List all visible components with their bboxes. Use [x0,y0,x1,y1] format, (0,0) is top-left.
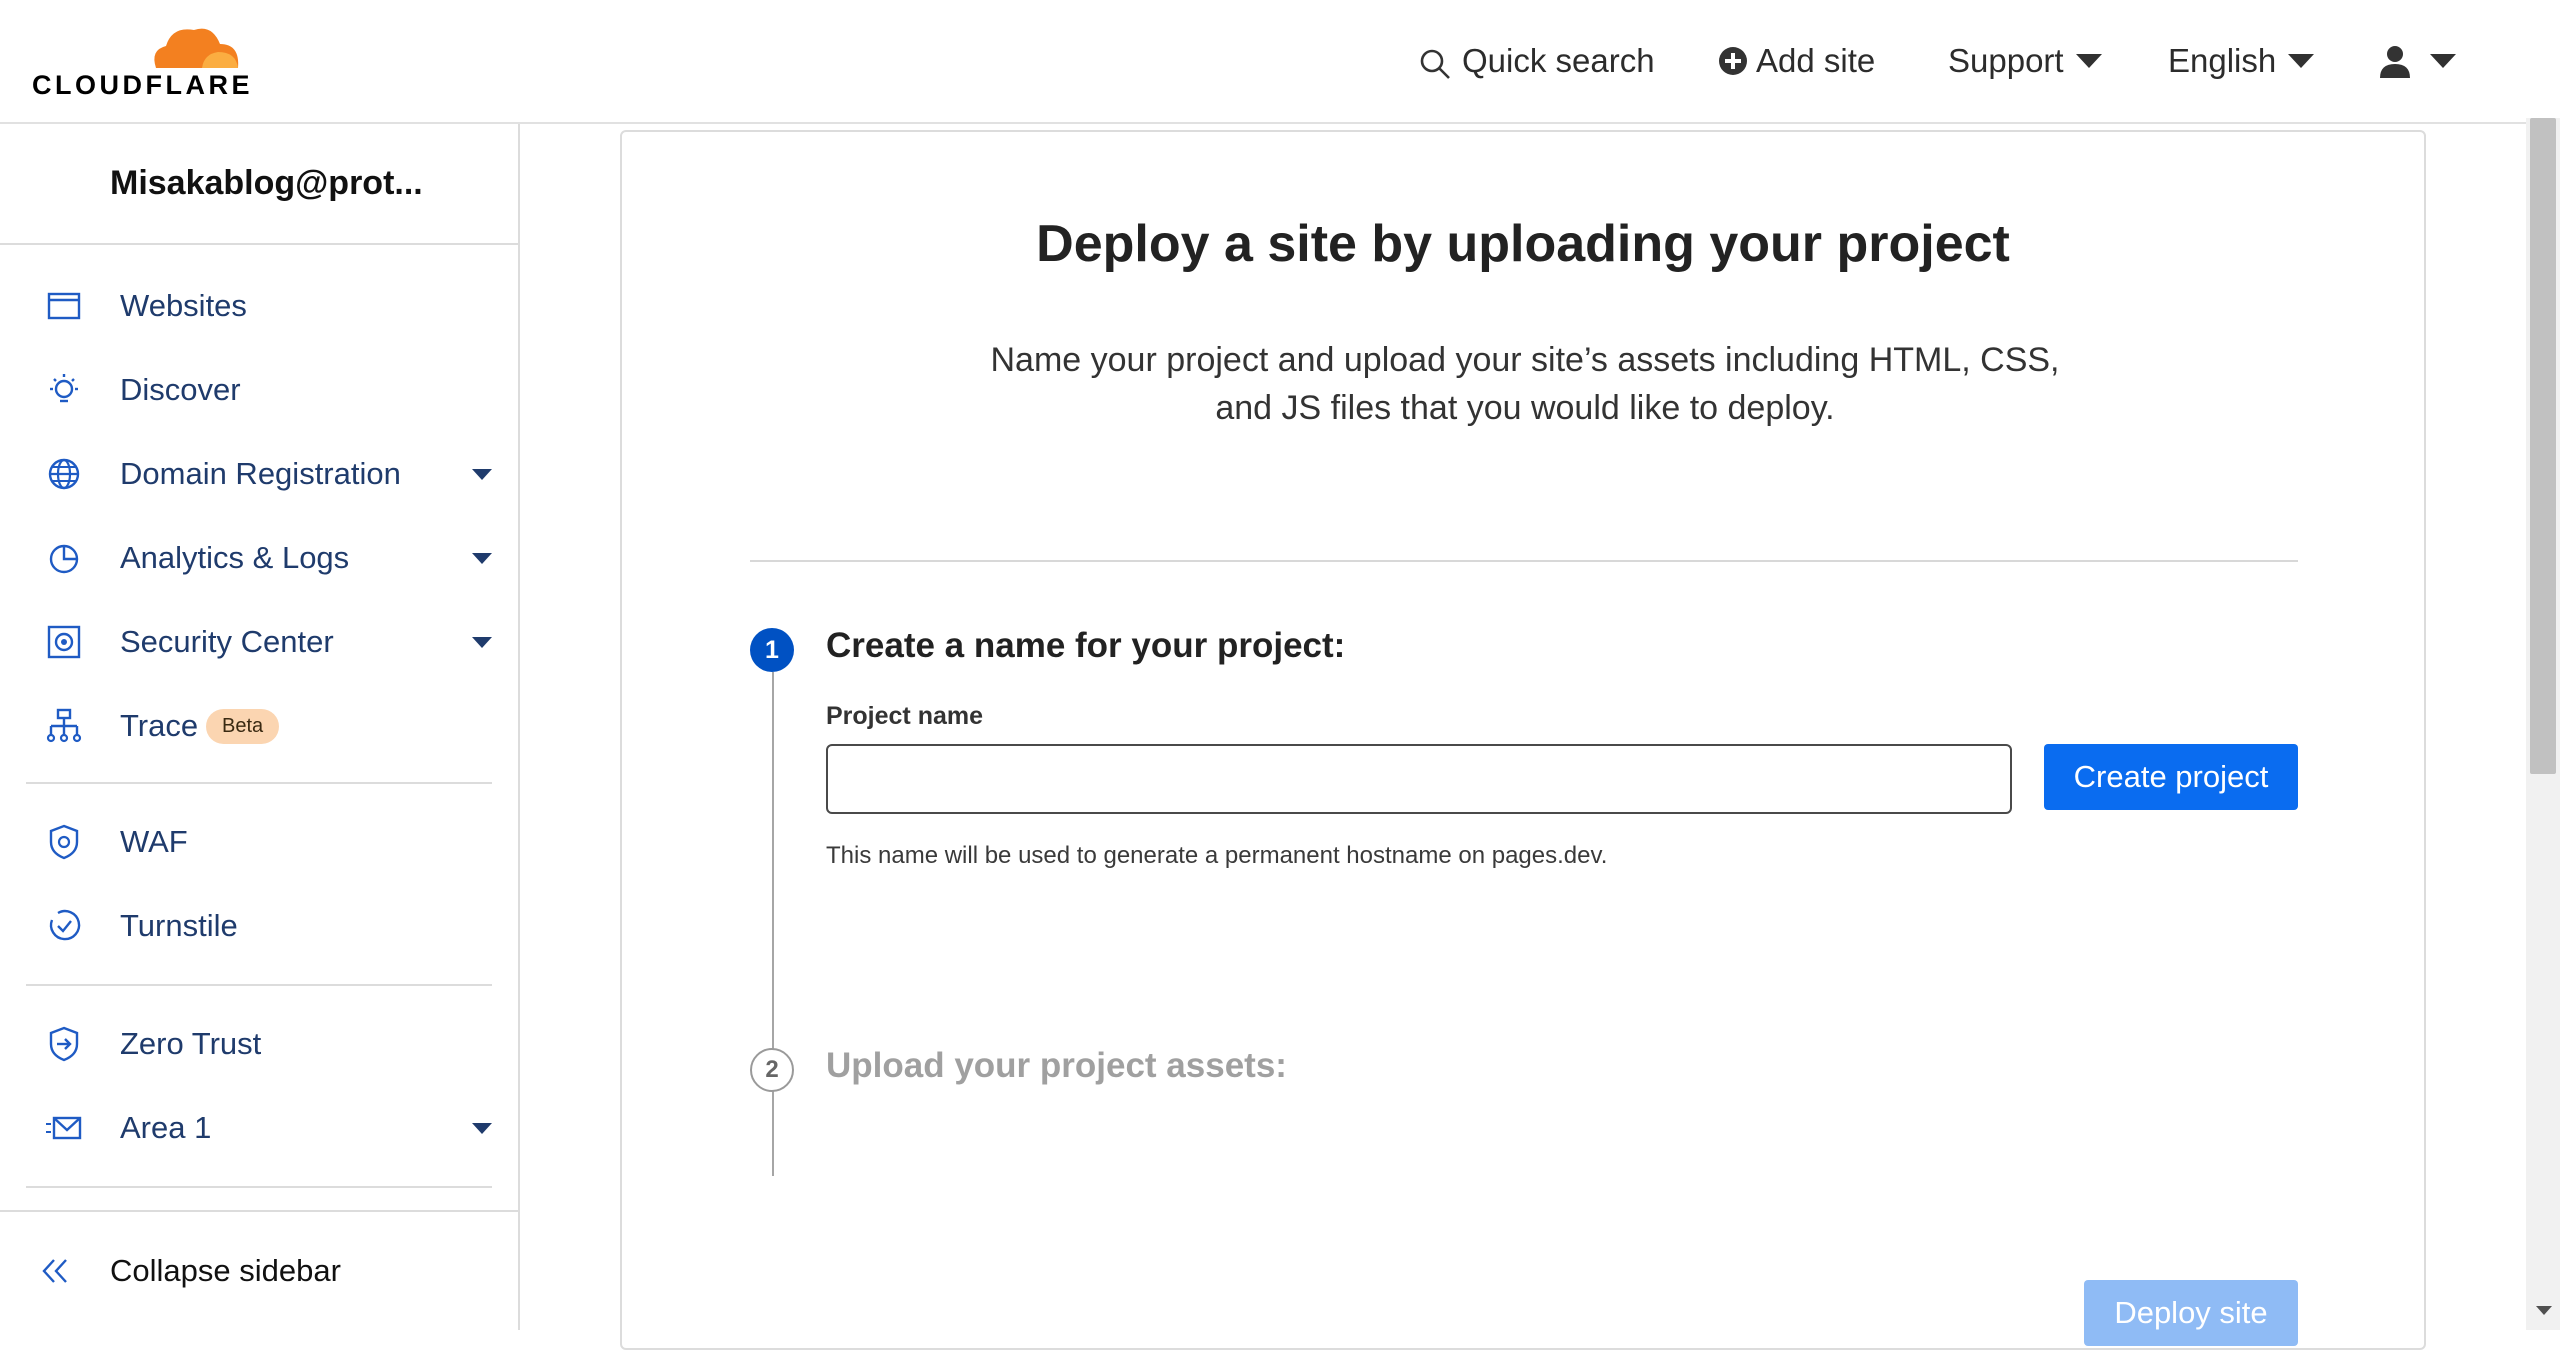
section-divider [750,560,2298,562]
sidebar-item-label: Trace [120,708,199,743]
sidebar-item-zero-trust[interactable]: Zero Trust [0,1014,518,1074]
sidebar-item-label: Zero Trust [120,1026,262,1061]
chevron-down-icon [2075,54,2102,68]
quick-search-label: Quick search [1462,42,1655,79]
language-dropdown[interactable]: English [2168,38,2315,84]
sidebar-item-discover[interactable]: Discover [0,360,518,420]
chevron-down-icon[interactable] [472,552,492,564]
beta-badge: Beta [206,708,280,744]
chevron-down-icon[interactable] [472,1122,492,1134]
zero-trust-icon [49,1026,79,1062]
user-menu[interactable] [2378,38,2456,84]
security-center-icon [47,625,81,659]
chevron-down-icon[interactable] [472,636,492,648]
cloud-logo-icon [154,28,239,68]
sidebar-item-label: Discover [120,372,241,407]
step-2-title: Upload your project assets: [826,1046,1287,1085]
sidebar-item-label: Turnstile [120,908,238,943]
sidebar-item-label: Websites [120,288,247,323]
project-name-label: Project name [826,702,984,730]
sidebar-item-label: Security Center [120,624,334,659]
sidebar-divider [26,782,492,784]
envelope-icon [46,1116,82,1140]
search-icon [1420,49,1450,79]
sidebar-item-websites[interactable]: Websites [0,276,518,336]
step-1-title: Create a name for your project: [826,626,1346,665]
chevron-down-icon [2430,54,2456,68]
quick-search-button[interactable]: Quick search [1418,38,1655,84]
account-name[interactable]: Misakablog@prot... [0,124,518,245]
create-project-button[interactable]: Create project [2044,744,2298,810]
step-1-indicator: 1 [750,628,794,672]
collapse-sidebar-button[interactable]: Collapse sidebar [0,1210,518,1330]
page-title: Deploy a site by uploading your project [1036,215,2010,273]
sidebar-item-analytics-logs[interactable]: Analytics & Logs [0,528,518,588]
sidebar-item-label: Area 1 [120,1110,212,1145]
sidebar: Misakablog@prot... Websites Discover Dom… [0,124,520,1330]
support-label: Support [1948,42,2064,79]
cloudflare-logo[interactable]: CLOUDFLARE [32,20,252,100]
sidebar-item-label: Analytics & Logs [120,540,350,575]
sidebar-divider [26,1186,492,1188]
logo-text: CLOUDFLARE [32,70,253,100]
globe-icon [48,458,80,490]
sidebar-item-label: Domain Registration [120,456,401,491]
collapse-sidebar-label: Collapse sidebar [110,1253,341,1288]
sidebar-divider [26,984,492,986]
sidebar-item-trace[interactable]: Trace Beta [0,696,518,756]
support-dropdown[interactable]: Support [1948,38,2102,84]
add-site-label: Add site [1756,42,1876,79]
sidebar-item-label: WAF [120,824,188,859]
chevron-down-icon[interactable] [472,468,492,480]
add-site-button[interactable]: Add site [1718,38,1875,84]
waf-shield-icon [49,824,79,860]
plus-circle-icon [1719,47,1747,75]
project-name-hint: This name will be used to generate a per… [826,842,1608,869]
scrollbar-thumb[interactable] [2530,118,2556,774]
turnstile-icon [49,909,81,941]
sidebar-item-turnstile[interactable]: Turnstile [0,896,518,956]
lightbulb-icon [50,374,78,403]
sidebar-item-waf[interactable]: WAF [0,812,518,872]
page-description: Name your project and upload your site’s… [990,341,2060,427]
step-2-indicator: 2 [750,1048,794,1092]
user-icon [2380,46,2410,78]
deploy-site-button[interactable]: Deploy site [2084,1280,2298,1346]
upload-project-card: Deploy a site by uploading your project … [620,130,2426,1350]
language-label: English [2168,42,2277,79]
scroll-down-arrow-icon[interactable] [2536,1306,2552,1315]
double-chevron-left-icon [42,1259,67,1283]
project-name-input[interactable] [826,744,2012,814]
trace-icon [46,708,82,743]
pie-chart-icon [49,544,79,574]
sidebar-item-area-1[interactable]: Area 1 [0,1098,518,1158]
chevron-down-icon [2288,54,2315,68]
top-bar: CLOUDFLARE Quick search Add site Support… [0,0,2560,124]
sidebar-item-domain-registration[interactable]: Domain Registration [0,444,518,504]
sidebar-item-security-center[interactable]: Security Center [0,612,518,672]
step-connector-line [772,672,774,1176]
browser-window-icon [47,292,81,320]
